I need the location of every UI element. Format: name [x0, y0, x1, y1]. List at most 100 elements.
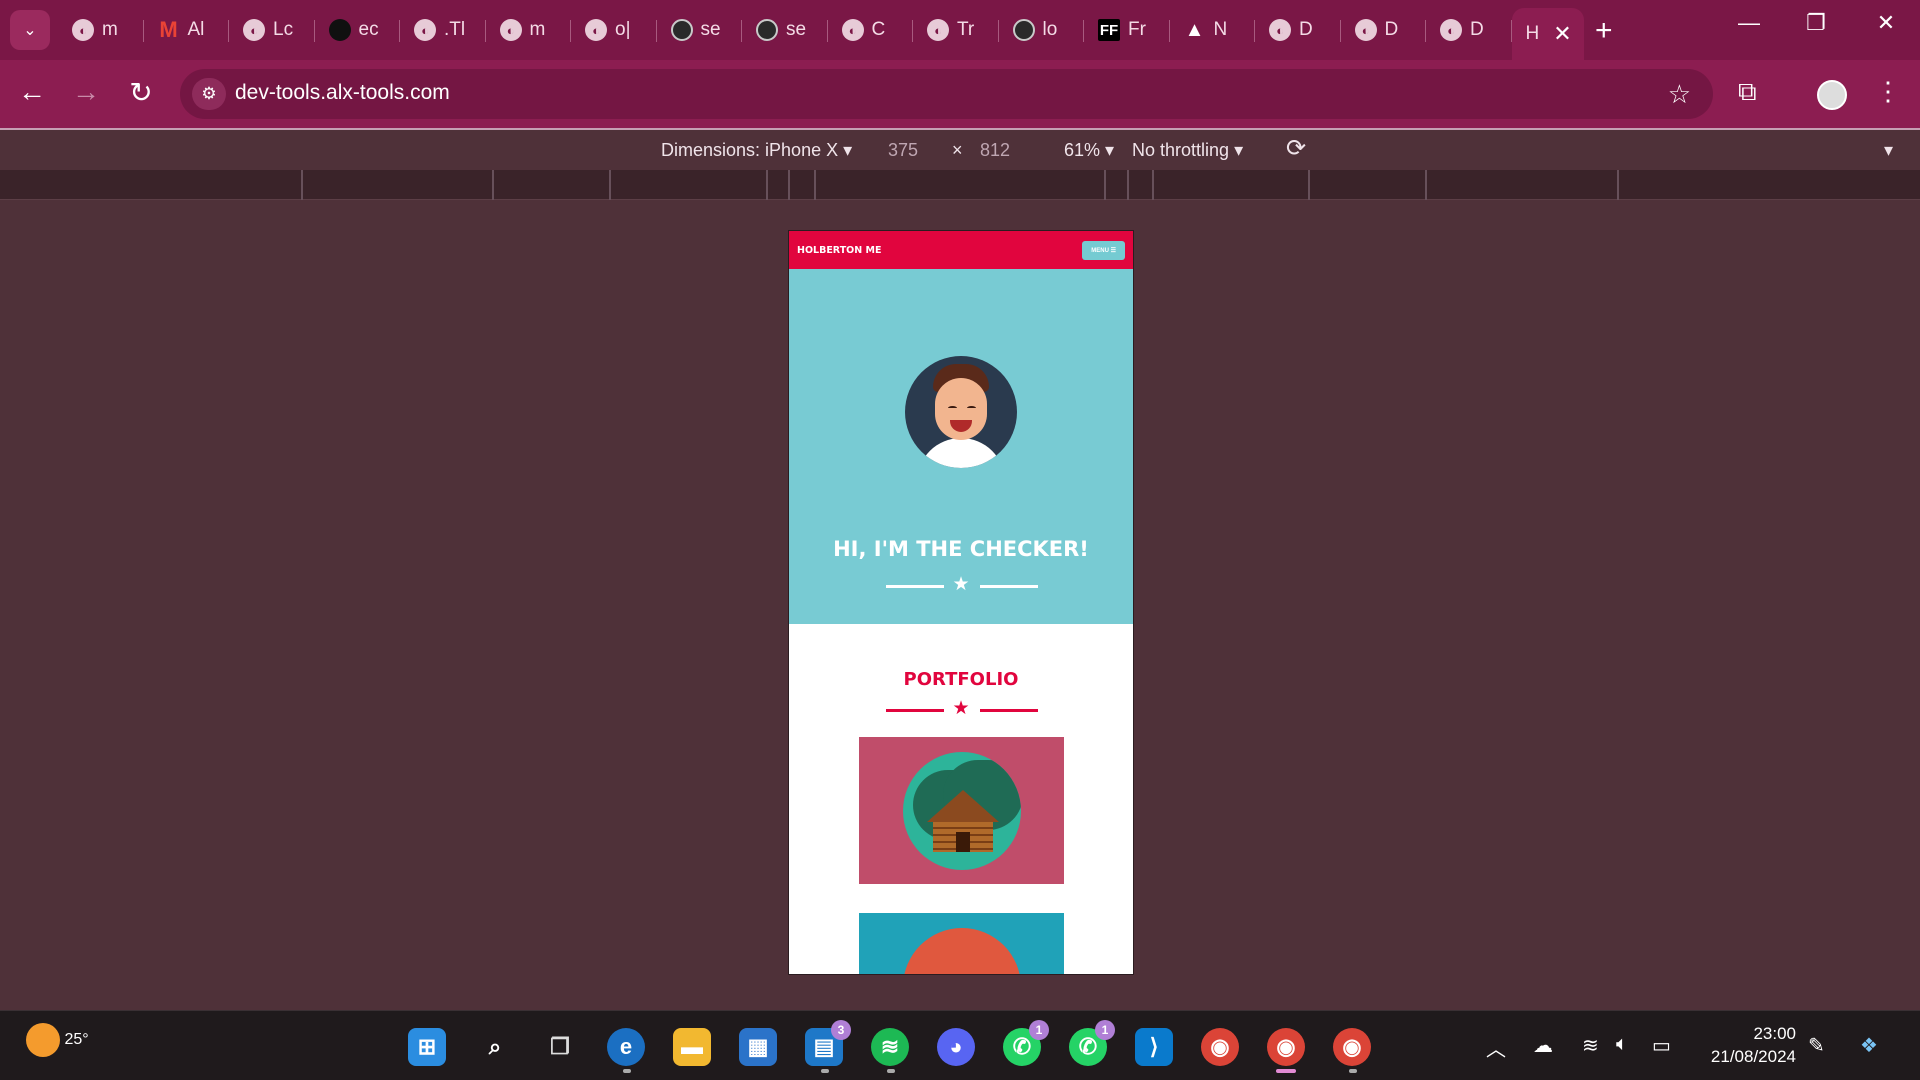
spotify-icon[interactable]: ≋	[871, 1028, 909, 1066]
globe-icon: ◐	[1354, 19, 1377, 41]
menu-dots-icon[interactable]: ⋮	[1875, 76, 1901, 107]
search-icon[interactable]: ⌕	[476, 1028, 514, 1066]
hero-divider: ★	[789, 574, 1133, 596]
dimensions-select[interactable]: Dimensions: iPhone X ▾	[661, 140, 852, 161]
more-options-icon[interactable]: ▾	[1884, 140, 1893, 161]
portfolio-thumbnail-icon	[903, 928, 1021, 974]
site-info-icon[interactable]: ⚙	[192, 78, 226, 110]
times-sign: ×	[952, 140, 963, 160]
battery-icon[interactable]: ▭	[1652, 1033, 1671, 1058]
tab-gmail[interactable]: M Al	[144, 8, 230, 52]
new-tab-icon[interactable]: +	[1595, 14, 1613, 48]
restore-icon[interactable]: ❐	[1796, 10, 1836, 36]
wifi-icon[interactable]: ≋	[1582, 1033, 1599, 1058]
close-tab-icon[interactable]: ✕	[1553, 21, 1571, 47]
tab-m2[interactable]: ◐ m	[486, 8, 572, 52]
rotate-icon[interactable]: ⟳	[1286, 134, 1306, 163]
tab-d2[interactable]: ◐ D	[1341, 8, 1427, 52]
tab-search-button[interactable]: ⌄	[10, 10, 50, 50]
tab-m[interactable]: ◐ m	[58, 8, 144, 52]
menu-button[interactable]: MENU ☰	[1082, 240, 1125, 260]
chevron-up-icon[interactable]: ︿	[1486, 1033, 1506, 1062]
browser-toolbar: ← → ↻ ⚙ dev-tools.alx-tools.com ☆ ⧉ ⋮	[0, 60, 1920, 128]
star-icon: ★	[952, 574, 970, 595]
tab-lc[interactable]: ◐ Lc	[229, 8, 315, 52]
tab-strip: ⌄ ◐ m M Al ◐ Lc ec ◐ .Tl ◐ m ◐ o| se se ◐ C ◐ Tr…	[0, 0, 1920, 60]
tab-active[interactable]: H ✕	[1511, 8, 1584, 60]
globe-icon: ◐	[499, 19, 522, 41]
circle-icon	[670, 19, 693, 41]
address-bar[interactable]: ⚙ dev-tools.alx-tools.com ☆	[180, 69, 1713, 119]
extensions-icon[interactable]: ⧉	[1738, 76, 1757, 108]
height-input[interactable]: 812	[980, 140, 1010, 161]
checker-avatar	[905, 356, 1017, 468]
task-view-icon[interactable]: ❐	[541, 1028, 579, 1066]
discord-icon[interactable]: ◕	[937, 1028, 975, 1066]
portfolio-item-cabin[interactable]	[859, 737, 1064, 884]
circle-icon	[1012, 19, 1035, 41]
start-icon[interactable]: ⊞	[408, 1028, 446, 1066]
portfolio-title: PORTFOLIO	[903, 669, 1019, 690]
whatsapp-icon[interactable]: ✆ 1	[1069, 1020, 1115, 1066]
reload-icon[interactable]: ↻	[123, 76, 159, 109]
tab-tr[interactable]: ◐ Tr	[913, 8, 999, 52]
tab-n[interactable]: ▲ N	[1170, 8, 1256, 52]
gmail-icon: M	[159, 17, 178, 42]
notifications-icon[interactable]: ✎	[1808, 1033, 1825, 1058]
globe-icon: ◐	[585, 19, 607, 41]
chevron-down-icon: ⌄	[23, 22, 37, 39]
bookmark-star-icon[interactable]: ☆	[1668, 79, 1691, 110]
tab-c[interactable]: ◐ C	[828, 8, 914, 52]
width-input[interactable]: 375	[888, 140, 918, 161]
chrome-profile-icon[interactable]: ◉	[1333, 1028, 1371, 1066]
circle-icon	[756, 19, 778, 41]
globe-icon: ◐	[1269, 19, 1291, 41]
back-icon[interactable]: ←	[14, 76, 50, 108]
tab-d3[interactable]: ◐ D	[1426, 8, 1512, 52]
tab-ff[interactable]: FF Fr	[1084, 8, 1170, 52]
globe-icon: ◐	[841, 19, 864, 41]
portfolio-item-2[interactable]	[859, 913, 1064, 974]
edge-icon[interactable]: e	[607, 1028, 645, 1066]
tab-github[interactable]: ec	[315, 8, 401, 52]
tab-lo[interactable]: lo	[999, 8, 1085, 52]
close-window-icon[interactable]: ✕	[1866, 10, 1906, 36]
device-toolbar: Dimensions: iPhone X ▾ 375 × 812 61% ▾ N…	[0, 128, 1920, 170]
volume-icon[interactable]: 🔈︎	[1616, 1033, 1628, 1056]
weather-widget[interactable]: 25°	[26, 1023, 89, 1057]
store-icon[interactable]: ▦	[739, 1028, 777, 1066]
clock[interactable]: 23:00 21/08/2024	[1700, 1022, 1796, 1068]
tasks-icon[interactable]: ▤ 3	[805, 1020, 851, 1066]
globe-icon: ◐	[243, 19, 265, 41]
zoom-select[interactable]: 61% ▾	[1064, 140, 1114, 161]
portfolio-section: PORTFOLIO ★	[789, 624, 1133, 974]
weather-icon	[26, 1023, 60, 1057]
windows-taskbar: 25° ⊞ ⌕ ❐ e ▬ ▦ ▤ 3 ≋ ◕ ✆ 1 ✆ 1 ⟩ ◉ ◉ ◉ ︿ ☁…	[0, 1010, 1920, 1080]
media-query-ruler	[0, 170, 1920, 200]
minimize-icon[interactable]: —	[1729, 10, 1769, 36]
throttling-select[interactable]: No throttling ▾	[1132, 140, 1243, 161]
whatsapp-icon[interactable]: ✆ 1	[1003, 1020, 1049, 1066]
portfolio-divider: ★	[789, 698, 1133, 720]
hero-section: HI, I'M THE CHECKER! ★	[789, 269, 1133, 624]
tab-d1[interactable]: ◐ D	[1255, 8, 1341, 52]
hero-title: HI, I'M THE CHECKER!	[833, 537, 1089, 561]
onedrive-icon[interactable]: ☁	[1533, 1033, 1553, 1058]
tab-tl[interactable]: ◐ .Tl	[400, 8, 486, 52]
chrome-profile-icon[interactable]: ◉	[1267, 1028, 1305, 1066]
copilot-icon[interactable]: ❖	[1860, 1033, 1878, 1058]
file-explorer-icon[interactable]: ▬	[673, 1028, 711, 1066]
chrome-icon[interactable]: ◉	[1201, 1028, 1239, 1066]
github-icon	[328, 19, 351, 41]
tab-se[interactable]: se	[657, 8, 743, 52]
tab-op[interactable]: ◐ o|	[571, 8, 657, 52]
star-icon: ★	[952, 698, 970, 719]
vscode-icon[interactable]: ⟩	[1135, 1028, 1173, 1066]
url-text[interactable]: dev-tools.alx-tools.com	[235, 81, 450, 105]
forward-icon[interactable]: →	[68, 76, 104, 108]
profile-avatar[interactable]	[1817, 80, 1847, 110]
site-brand[interactable]: HOLBERTON ME	[797, 245, 881, 256]
cabin-icon	[903, 752, 1021, 870]
tab-se2[interactable]: se	[742, 8, 828, 52]
globe-icon: ◐	[1440, 19, 1462, 41]
